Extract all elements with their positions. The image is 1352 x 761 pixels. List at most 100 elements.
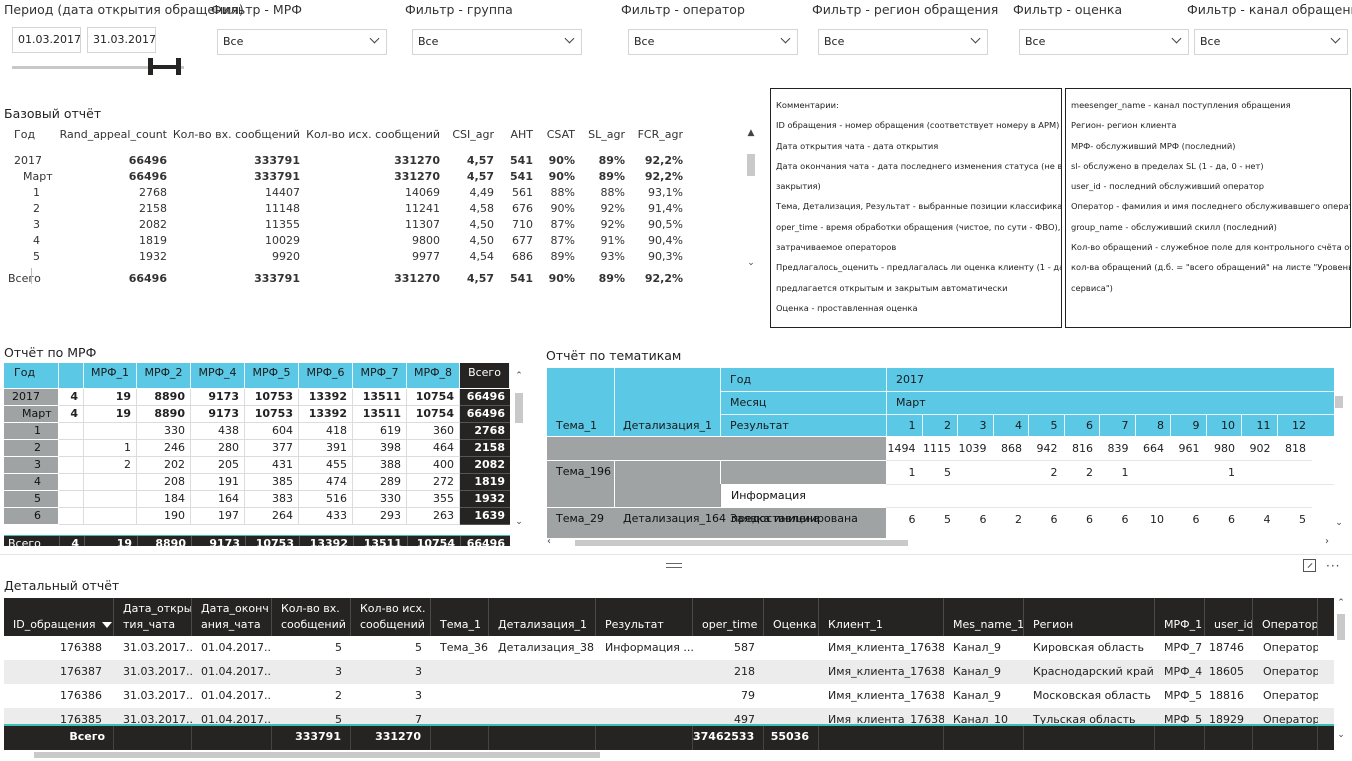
- detail-cell: 587: [734, 641, 755, 654]
- scroll-down-icon[interactable]: ⌄: [746, 258, 756, 268]
- base-col-header[interactable]: Год: [14, 128, 35, 141]
- mrf-cell: [59, 457, 84, 474]
- sort-desc-icon[interactable]: [101, 622, 112, 628]
- base-col-header[interactable]: Rand_appeal_count: [60, 128, 167, 141]
- mrf-cell: 383: [245, 491, 299, 508]
- base-cell: 88%: [550, 186, 575, 199]
- mrf-cell: 8890: [137, 406, 191, 423]
- base-col-header[interactable]: FCR_agr: [638, 128, 683, 141]
- base-col-header[interactable]: CSAT: [547, 128, 575, 141]
- mrf-cell: [59, 440, 84, 457]
- mrf-col-header[interactable]: МРФ_1: [84, 363, 137, 389]
- mrf-row-label: Март: [4, 406, 59, 423]
- filter-dropdown[interactable]: Все: [1194, 29, 1348, 55]
- base-col-header[interactable]: CSI_agr: [452, 128, 494, 141]
- theme-cell: 2: [992, 507, 1028, 530]
- detail-col-header[interactable]: user_id: [1205, 598, 1253, 636]
- filter-title: Фильтр - канал обращения: [1187, 2, 1352, 17]
- detail-col-header[interactable]: Тема_1: [431, 598, 489, 636]
- filter-dropdown[interactable]: Все: [217, 29, 387, 55]
- mrf-cell: 13392: [299, 406, 353, 423]
- detail-header-line: МРФ_1: [1164, 618, 1203, 631]
- detail-col-header[interactable]: Дата_оконч ания_чата: [192, 598, 272, 636]
- detail-total-cell: [944, 726, 1024, 750]
- theme-cell: 5: [921, 460, 957, 484]
- base-col-header[interactable]: AHT: [510, 128, 533, 141]
- base-cell: 89%: [598, 154, 625, 167]
- detail-col-header[interactable]: Оператор: [1253, 598, 1318, 636]
- mrf-col-header[interactable]: МРФ_6: [299, 363, 353, 389]
- more-options-icon[interactable]: ···: [1326, 559, 1340, 573]
- base-col-header[interactable]: SL_agr: [588, 128, 625, 141]
- mrf-cell: 1: [84, 440, 137, 457]
- mrf-col-header[interactable]: МРФ_4: [191, 363, 245, 389]
- mrf-cell: 455: [299, 457, 353, 474]
- mrf-col-header[interactable]: [59, 363, 84, 389]
- detail-col-header[interactable]: Mes_name_1: [944, 598, 1024, 636]
- detail-header-line: Кол-во исх.: [360, 602, 426, 615]
- mrf-col-header[interactable]: Всего: [460, 363, 510, 389]
- mrf-col-header[interactable]: МРФ_5: [245, 363, 299, 389]
- date-to-input[interactable]: 31.03.2017: [87, 27, 156, 53]
- detail-col-header[interactable]: oper_time: [693, 598, 764, 636]
- detail-col-header[interactable]: МРФ_1: [1155, 598, 1205, 636]
- filter-dropdown[interactable]: Все: [1019, 29, 1189, 55]
- detail-cell: Оператор_: [1263, 641, 1318, 654]
- theme-cell: 1: [1099, 460, 1135, 484]
- mrf-cell: 9173: [191, 406, 245, 423]
- mrf-scrollbar[interactable]: ⌃ ⌄: [514, 371, 524, 531]
- mrf-col-header[interactable]: МРФ_8: [407, 363, 460, 389]
- comment-line: Комментарии:: [776, 100, 839, 110]
- mrf-col-header[interactable]: Год: [4, 363, 59, 389]
- mrf-total-cell: 10754: [407, 536, 460, 546]
- filter-dropdown[interactable]: Все: [628, 29, 798, 55]
- detail-cell: 5: [335, 641, 342, 654]
- detail-col-header[interactable]: Результат: [596, 598, 693, 636]
- chevron-down-icon: [970, 33, 981, 44]
- theme-scrollbar-v[interactable]: ⌄: [1334, 368, 1344, 538]
- detail-scrollbar-h[interactable]: [4, 750, 1334, 759]
- detail-col-header[interactable]: Кол-во вх. сообщений: [272, 598, 351, 636]
- mrf-col-header[interactable]: МРФ_7: [353, 363, 407, 389]
- theme-scrollbar-h[interactable]: ‹ ›: [547, 536, 1333, 548]
- detail-col-header[interactable]: Детализация_1: [489, 598, 596, 636]
- detail-total-cell: [114, 726, 192, 750]
- theme-cell: 818: [1276, 437, 1312, 460]
- detail-header-line: сообщений: [360, 618, 425, 631]
- detail-cell: 176387: [60, 665, 102, 678]
- mrf-cell: [84, 474, 137, 491]
- mrf-cell: 280: [191, 440, 245, 457]
- mrf-total-cell: 66496: [460, 389, 510, 406]
- detail-total-cell: 55036: [764, 726, 819, 750]
- base-col-header[interactable]: Кол-во вх. сообщений: [173, 128, 300, 141]
- detail-cell: 5: [415, 641, 422, 654]
- theme-cell: 6: [886, 507, 922, 530]
- detail-cell: 01.04.2017...: [201, 641, 272, 654]
- date-from-input[interactable]: 01.03.2017: [12, 27, 81, 53]
- base-col-header[interactable]: Кол-во исх. сообщений: [306, 128, 440, 141]
- detail-col-header[interactable]: Оценка: [764, 598, 819, 636]
- filter-dropdown[interactable]: Все: [412, 29, 582, 55]
- theme-cell: [1241, 460, 1277, 484]
- detail-col-header[interactable]: ID_обращения: [4, 598, 114, 636]
- detail-header-line: Дата_оконч: [201, 602, 269, 615]
- detail-cell: 2: [335, 689, 342, 702]
- base-cell: 10029: [265, 234, 300, 247]
- scroll-up-icon[interactable]: ▲: [746, 128, 756, 138]
- filter-dropdown[interactable]: Все: [818, 29, 988, 55]
- detail-scrollbar-v[interactable]: ⌃ ⌄: [1336, 598, 1346, 748]
- base-row-label: 2017: [14, 154, 42, 167]
- detail-col-header[interactable]: Кол-во исх. сообщений: [351, 598, 431, 636]
- theme-row29-det: Детализация_164: [623, 512, 727, 525]
- detail-col-header[interactable]: Клиент_1: [819, 598, 944, 636]
- mrf-col-header[interactable]: МРФ_2: [137, 363, 191, 389]
- detail-total-cell: Всего: [4, 726, 114, 750]
- detail-cell: [489, 684, 596, 708]
- mrf-cell: 431: [245, 457, 299, 474]
- detail-total-cell: 37462533: [693, 726, 764, 750]
- base-report-scrollbar[interactable]: ▲ ⌄: [746, 128, 756, 272]
- drag-handle-icon[interactable]: [666, 563, 682, 564]
- detail-col-header[interactable]: Дата_откры тия_чата: [114, 598, 192, 636]
- focus-mode-icon[interactable]: [1303, 559, 1316, 572]
- detail-col-header[interactable]: Регион: [1024, 598, 1155, 636]
